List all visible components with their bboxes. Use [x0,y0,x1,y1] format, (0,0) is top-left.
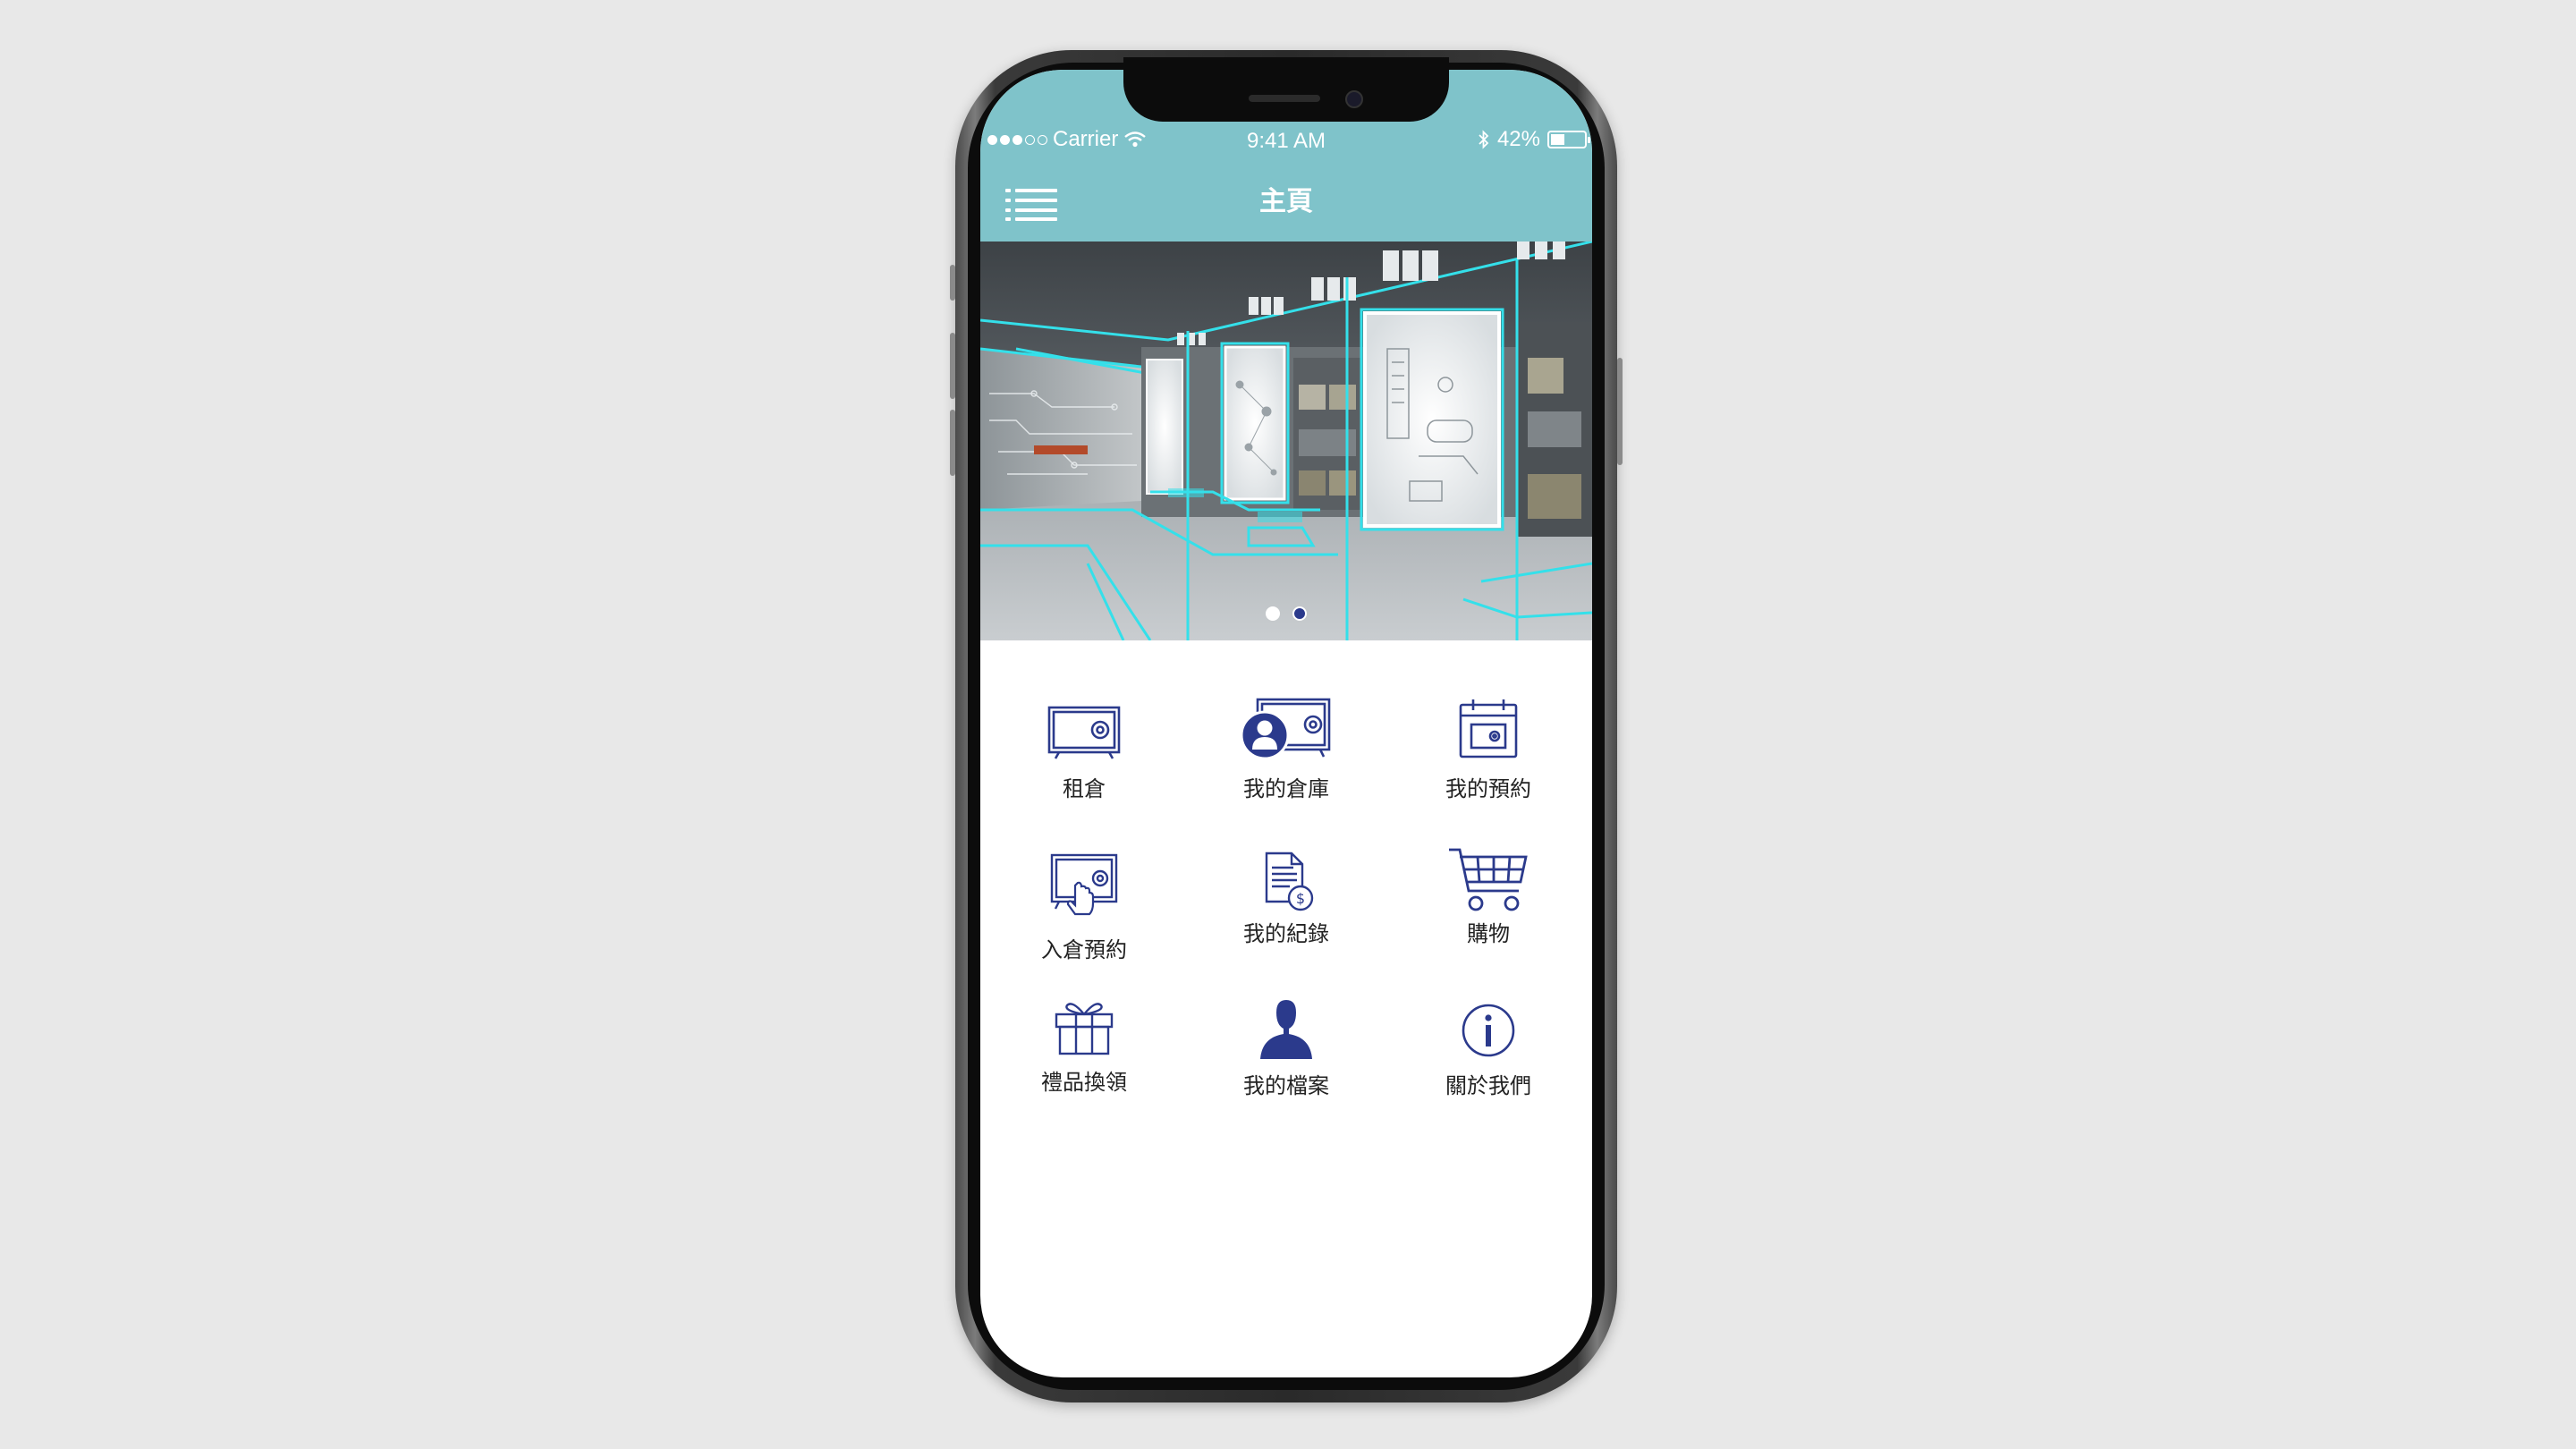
menu-item-shopping[interactable]: 購物 [1399,844,1578,996]
calendar-safe-icon [1459,699,1518,758]
menu-label: 我的倉庫 [1243,776,1329,801]
phone-volume-down-button [950,265,955,301]
phone-notch [1123,57,1449,122]
warehouse-banner-image [980,242,1592,640]
menu-item-my-records[interactable]: $ 我的紀錄 [1197,844,1376,996]
hero-banner[interactable] [980,242,1592,640]
pager-dot-1[interactable] [1266,606,1280,621]
status-bar: Carrier 9:41 AM 42% [980,122,1592,159]
menu-label: 租倉 [1063,776,1106,801]
menu-label: 購物 [1467,921,1510,946]
menu-label: 我的紀錄 [1243,921,1329,946]
menu-item-rent-storage[interactable]: 租倉 [995,694,1174,846]
menu-item-gift-redemption[interactable]: 禮品換領 [995,998,1174,1150]
shopping-cart-icon [1449,848,1528,911]
menu-item-my-bookings[interactable]: 我的預約 [1399,694,1578,846]
phone-side-button [950,333,955,399]
phone-power-button [1617,358,1623,465]
gift-icon [1055,1003,1114,1055]
menu-label: 關於我們 [1445,1073,1531,1098]
my-warehouse-icon [1240,698,1331,760]
stage: Carrier 9:41 AM 42% 主頁 租倉 我的倉庫 我的預約 入倉預約… [0,0,2576,1449]
storage-safe-icon [1047,706,1121,759]
nav-bar: 主頁 [980,168,1592,234]
main-menu-grid: 租倉 我的倉庫 我的預約 入倉預約 $ 我的紀錄 購物 禮品換領 我的檔案 關於… [980,640,1592,1141]
front-camera [1345,90,1363,108]
menu-item-about-us[interactable]: 關於我們 [1399,998,1578,1150]
document-dollar-icon: $ [1265,852,1314,911]
menu-label: 我的預約 [1445,776,1531,801]
menu-label: 入倉預約 [1041,937,1127,962]
battery-percent: 42% [1496,127,1540,151]
safe-tap-icon [1050,853,1118,916]
page-title: 主頁 [1259,186,1313,217]
phone-speaker [1249,95,1320,102]
menu-item-storage-booking[interactable]: 入倉預約 [995,844,1174,996]
user-profile-icon [1260,1000,1312,1059]
banner-pager[interactable] [980,606,1592,621]
pager-dot-2[interactable] [1292,606,1307,621]
info-icon [1462,1004,1515,1057]
menu-item-my-warehouse[interactable]: 我的倉庫 [1197,694,1376,846]
menu-item-my-profile[interactable]: 我的檔案 [1197,998,1376,1150]
svg-text:$: $ [1296,890,1305,907]
phone-volume-up-button [950,410,955,476]
status-right: 42% [1478,127,1590,152]
menu-label: 禮品換領 [1041,1070,1127,1095]
battery-icon [1547,131,1590,148]
menu-label: 我的檔案 [1243,1073,1329,1098]
app-screen: Carrier 9:41 AM 42% 主頁 租倉 我的倉庫 我的預約 入倉預約… [980,70,1592,1377]
bluetooth-icon [1479,130,1489,149]
